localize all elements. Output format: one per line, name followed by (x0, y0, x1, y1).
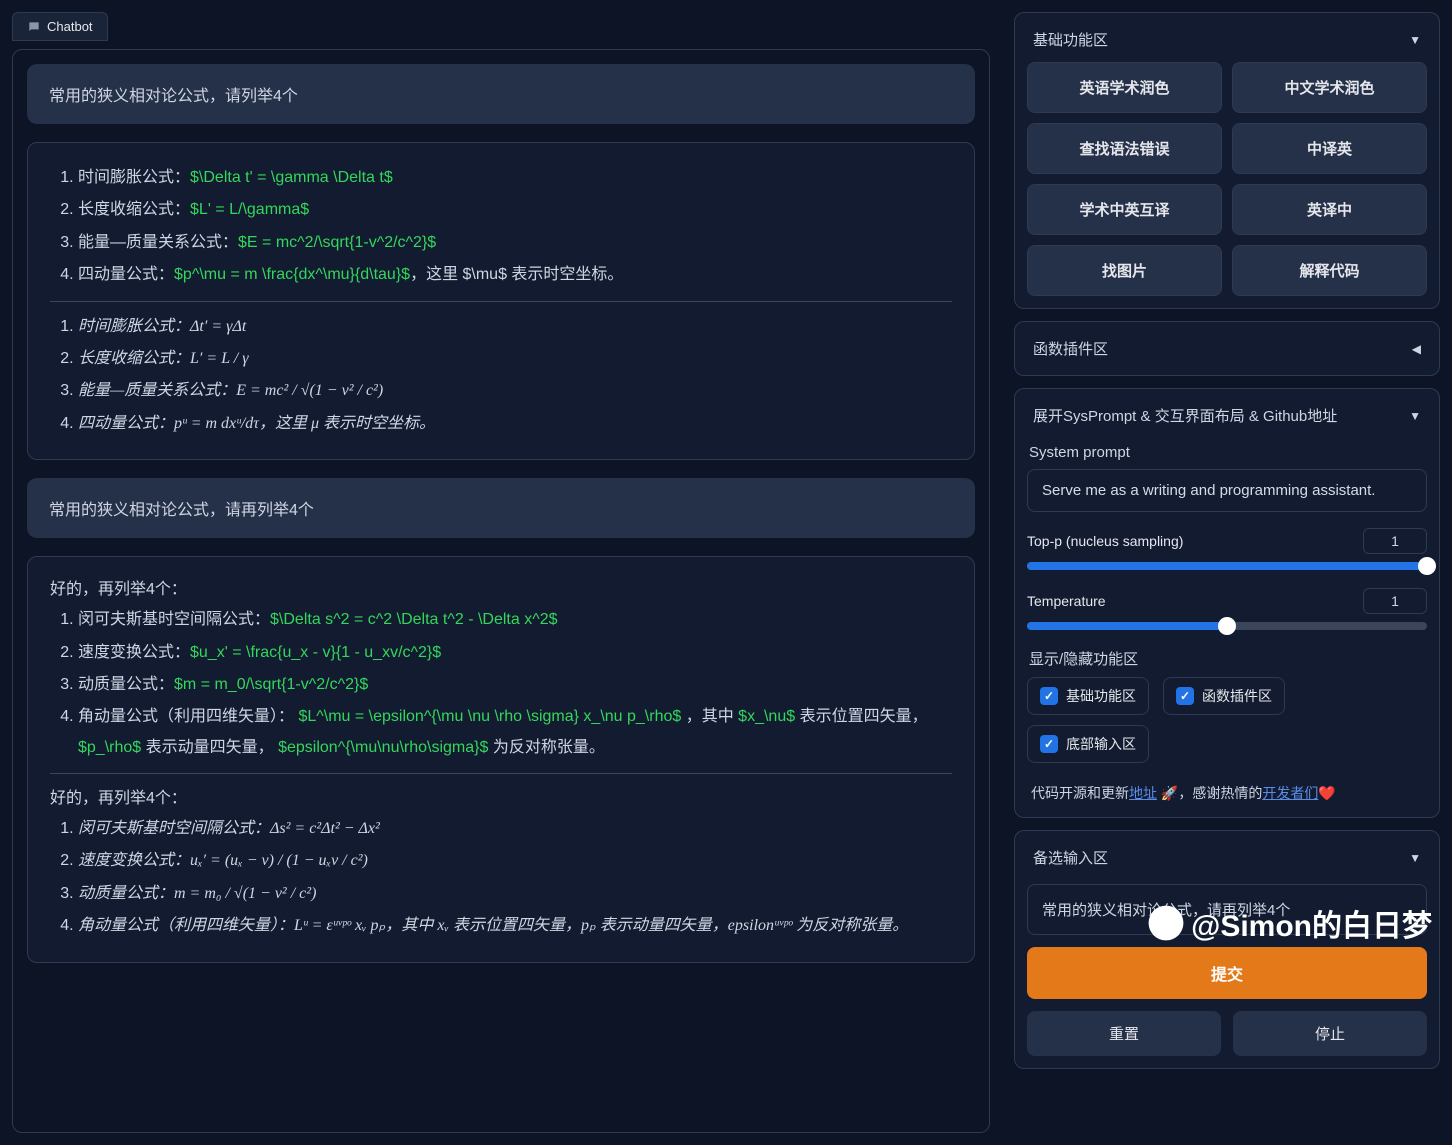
top-p-slider[interactable] (1027, 562, 1427, 570)
system-prompt-label: System prompt (1029, 444, 1425, 461)
check-icon: ✓ (1176, 687, 1194, 705)
action-button-5[interactable]: 英译中 (1232, 184, 1427, 235)
top-p-value[interactable]: 1 (1363, 528, 1427, 554)
panel-alt-input: 备选输入区 ▼ 常用的狭义相对论公式，请再列举4个 提交 重置 停止 (1014, 830, 1440, 1069)
action-button-7[interactable]: 解释代码 (1232, 245, 1427, 296)
github-link[interactable]: 地址 (1129, 785, 1157, 801)
check-icon: ✓ (1040, 687, 1058, 705)
action-button-3[interactable]: 中译英 (1232, 123, 1427, 174)
submit-button[interactable]: 提交 (1027, 947, 1427, 999)
chat-icon (27, 20, 41, 34)
stop-button[interactable]: 停止 (1233, 1011, 1427, 1056)
panel-plugin-title: 函数插件区 (1033, 338, 1108, 359)
assistant-message-2: 好的，再列举4个： 闵可夫斯基时空间隔公式：$\Delta s^2 = c^2 … (27, 556, 975, 963)
action-button-1[interactable]: 中文学术润色 (1232, 62, 1427, 113)
temperature-value[interactable]: 1 (1363, 588, 1427, 614)
assistant-message-1: 时间膨胀公式：$\Delta t' = \gamma \Delta t$ 长度收… (27, 142, 975, 460)
panel-sysprompt: 展开SysPrompt & 交互界面布局 & Github地址 ▼ System… (1014, 388, 1440, 818)
action-button-0[interactable]: 英语学术润色 (1027, 62, 1222, 113)
user-message-1: 常用的狭义相对论公式，请列举4个 (27, 64, 975, 124)
reset-button[interactable]: 重置 (1027, 1011, 1221, 1056)
user-message-2: 常用的狭义相对论公式，请再列举4个 (27, 478, 975, 538)
action-button-6[interactable]: 找图片 (1027, 245, 1222, 296)
toggle-section-label: 显示/隐藏功能区 (1029, 648, 1425, 669)
footer-note: 代码开源和更新地址 🚀，感谢热情的开发者们❤️ (1027, 781, 1427, 805)
check-icon: ✓ (1040, 735, 1058, 753)
temperature-slider[interactable] (1027, 622, 1427, 630)
temperature-label: Temperature (1027, 593, 1106, 609)
chevron-left-icon[interactable]: ◀ (1412, 342, 1421, 356)
toggle-plugin[interactable]: ✓函数插件区 (1163, 677, 1285, 715)
action-button-2[interactable]: 查找语法错误 (1027, 123, 1222, 174)
developers-link[interactable]: 开发者们 (1262, 785, 1318, 801)
alt-input-field[interactable]: 常用的狭义相对论公式，请再列举4个 (1027, 884, 1427, 935)
tab-label: Chatbot (47, 19, 93, 34)
action-button-4[interactable]: 学术中英互译 (1027, 184, 1222, 235)
panel-basic-title: 基础功能区 (1033, 29, 1108, 50)
chevron-down-icon[interactable]: ▼ (1409, 409, 1421, 423)
toggle-basic[interactable]: ✓基础功能区 (1027, 677, 1149, 715)
tab-chatbot[interactable]: Chatbot (12, 12, 108, 41)
system-prompt-input[interactable]: Serve me as a writing and programming as… (1027, 469, 1427, 512)
panel-basic: 基础功能区 ▼ 英语学术润色 中文学术润色 查找语法错误 中译英 学术中英互译 … (1014, 12, 1440, 309)
tab-bar: Chatbot (12, 12, 990, 41)
chevron-down-icon[interactable]: ▼ (1409, 851, 1421, 865)
panel-alt-input-title: 备选输入区 (1033, 847, 1108, 868)
chat-area: 常用的狭义相对论公式，请列举4个 时间膨胀公式：$\Delta t' = \ga… (12, 49, 990, 1133)
toggle-bottom-input[interactable]: ✓底部输入区 (1027, 725, 1149, 763)
top-p-label: Top-p (nucleus sampling) (1027, 533, 1183, 549)
panel-sysprompt-title: 展开SysPrompt & 交互界面布局 & Github地址 (1033, 405, 1337, 426)
panel-plugin[interactable]: 函数插件区 ◀ (1014, 321, 1440, 376)
chevron-down-icon[interactable]: ▼ (1409, 33, 1421, 47)
